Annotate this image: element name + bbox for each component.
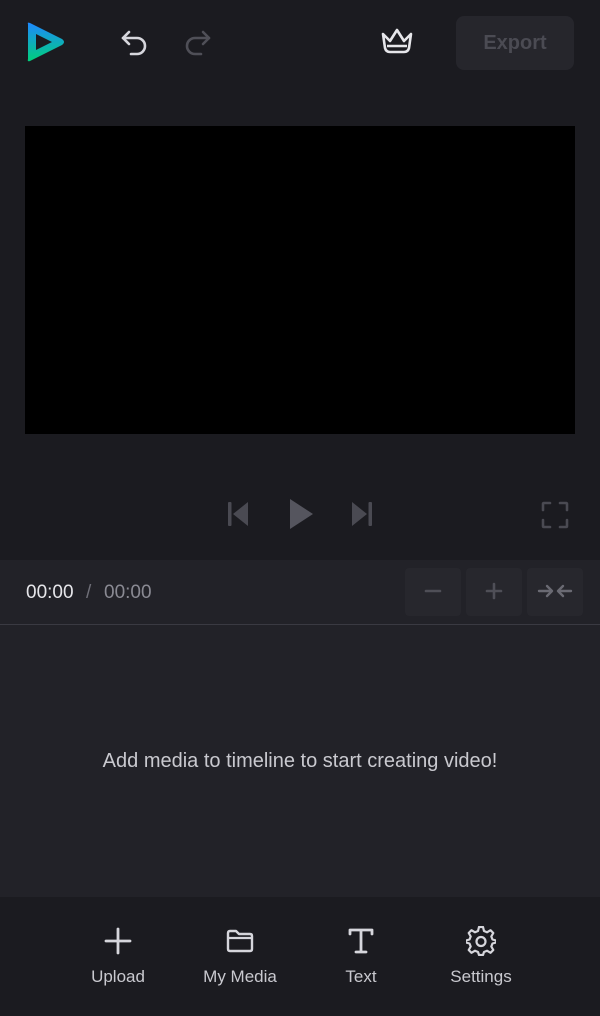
skip-back-button[interactable] — [220, 496, 256, 536]
settings-button[interactable]: Settings — [426, 925, 536, 991]
text-label: Text — [345, 967, 377, 986]
zoom-in-button[interactable] — [466, 568, 522, 616]
plus-icon — [102, 925, 134, 957]
text-button[interactable]: Text — [306, 925, 416, 991]
video-editor-app: Export 00:00 / 00:00 Add media to timeli… — [0, 0, 600, 1016]
folder-icon — [224, 925, 256, 957]
my-media-label: My Media — [203, 967, 277, 986]
export-button[interactable]: Export — [456, 16, 574, 70]
undo-icon — [119, 28, 149, 59]
plus-icon — [484, 581, 504, 604]
upload-label: Upload — [91, 967, 145, 986]
skip-forward-icon — [348, 499, 376, 534]
current-time: 00:00 — [26, 582, 74, 603]
play-icon — [285, 496, 315, 537]
empty-timeline-message: Add media to timeline to start creating … — [102, 749, 498, 772]
time-separator: / — [86, 582, 92, 603]
skip-back-icon — [224, 499, 252, 534]
top-bar: Export — [0, 0, 600, 86]
skip-forward-button[interactable] — [344, 496, 380, 536]
crown-icon — [378, 26, 416, 59]
redo-icon — [183, 28, 213, 59]
timeline-toolbar: 00:00 / 00:00 — [0, 560, 600, 624]
fit-timeline-button[interactable] — [527, 568, 583, 616]
undo-button[interactable] — [112, 22, 156, 64]
redo-button[interactable] — [176, 22, 220, 64]
video-preview — [25, 126, 575, 434]
fullscreen-button[interactable] — [536, 498, 574, 536]
gear-icon — [465, 925, 497, 957]
play-logo-icon[interactable] — [24, 20, 66, 64]
upload-button[interactable]: Upload — [63, 925, 173, 991]
timeline-area[interactable]: Add media to timeline to start creating … — [0, 625, 600, 897]
collapse-icon — [537, 581, 573, 604]
total-time: 00:00 — [104, 582, 152, 603]
bottom-navigation: Upload My Media Text Settings — [0, 897, 600, 1016]
settings-label: Settings — [450, 967, 512, 986]
premium-button[interactable] — [372, 20, 422, 64]
play-button[interactable] — [280, 494, 320, 538]
my-media-button[interactable]: My Media — [185, 925, 295, 991]
minus-icon — [423, 581, 443, 604]
fullscreen-icon — [541, 501, 569, 534]
text-icon — [345, 925, 377, 957]
zoom-out-button[interactable] — [405, 568, 461, 616]
